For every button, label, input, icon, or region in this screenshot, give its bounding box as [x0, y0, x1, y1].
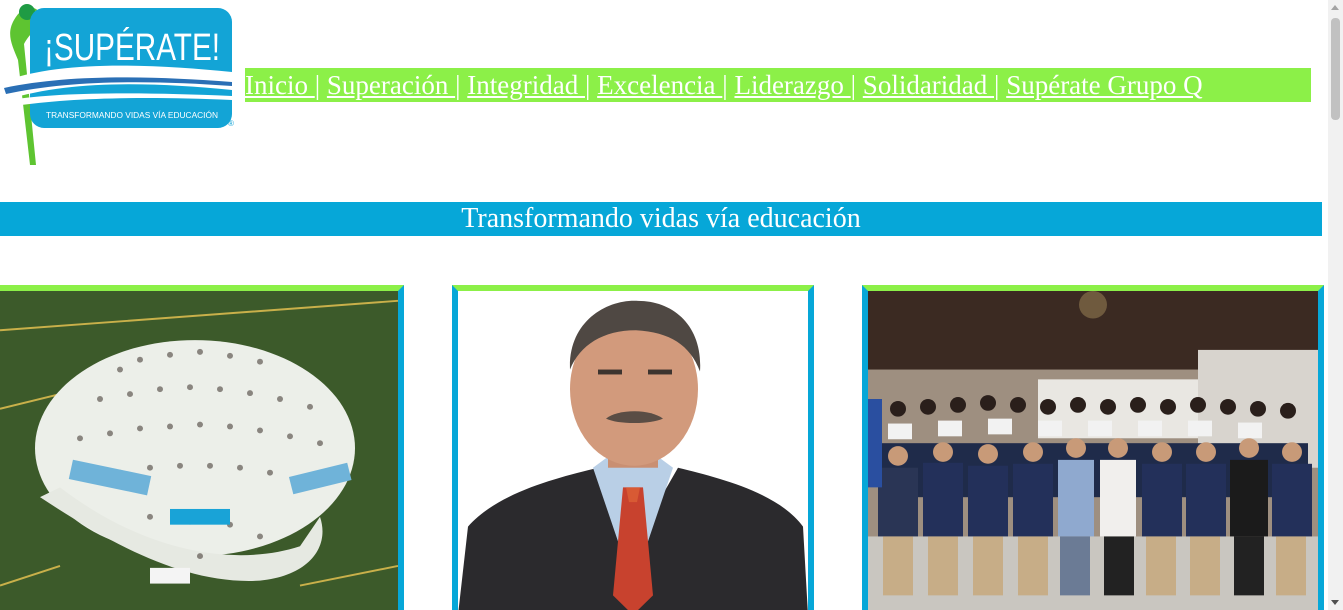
nav-link-inicio[interactable]: Inicio: [245, 70, 315, 100]
main-nav: Inicio | Superación | Integridad | Excel…: [245, 68, 1311, 102]
tagline-banner: Transformando vidas vía educación: [0, 202, 1322, 236]
logo-tagline: TRANSFORMANDO VIDAS VÍA EDUCACIÓN: [46, 111, 218, 120]
nav-link-excelencia[interactable]: Excelencia: [597, 70, 722, 100]
nav-separator: |: [455, 70, 461, 100]
group-field-photo: [0, 291, 398, 610]
logo-title: ¡SUPÉRATE!: [44, 26, 220, 69]
scroll-down-arrow-icon[interactable]: [1331, 600, 1339, 605]
portrait-photo: [458, 291, 808, 610]
scrollbar-thumb[interactable]: [1331, 18, 1340, 120]
scroll-up-arrow-icon[interactable]: [1331, 5, 1339, 10]
nav-separator: |: [584, 70, 591, 100]
photo-card-group-field[interactable]: [0, 285, 404, 610]
nav-separator: |: [850, 70, 857, 100]
photo-card-graduation[interactable]: [862, 285, 1324, 610]
page-scrollbar[interactable]: [1328, 0, 1343, 610]
registered-mark: ®: [228, 119, 234, 128]
photo-card-portrait[interactable]: [452, 285, 814, 610]
graduation-group-photo: [868, 291, 1318, 610]
nav-separator: |: [994, 70, 1000, 100]
nav-separator: |: [314, 70, 321, 100]
site-logo[interactable]: ¡SUPÉRATE! TRANSFORMANDO VIDAS VÍA EDUCA…: [0, 0, 242, 168]
nav-link-solidaridad[interactable]: Solidaridad: [863, 70, 994, 100]
nav-link-superacion[interactable]: Superación: [327, 70, 455, 100]
nav-link-liderazgo[interactable]: Liderazgo: [734, 70, 850, 100]
superate-logo-graphic: ¡SUPÉRATE! TRANSFORMANDO VIDAS VÍA EDUCA…: [2, 4, 234, 166]
nav-link-superate-grupo-q[interactable]: Supérate Grupo Q: [1006, 70, 1202, 100]
nav-link-integridad[interactable]: Integridad: [467, 70, 585, 100]
nav-separator: |: [722, 70, 728, 100]
